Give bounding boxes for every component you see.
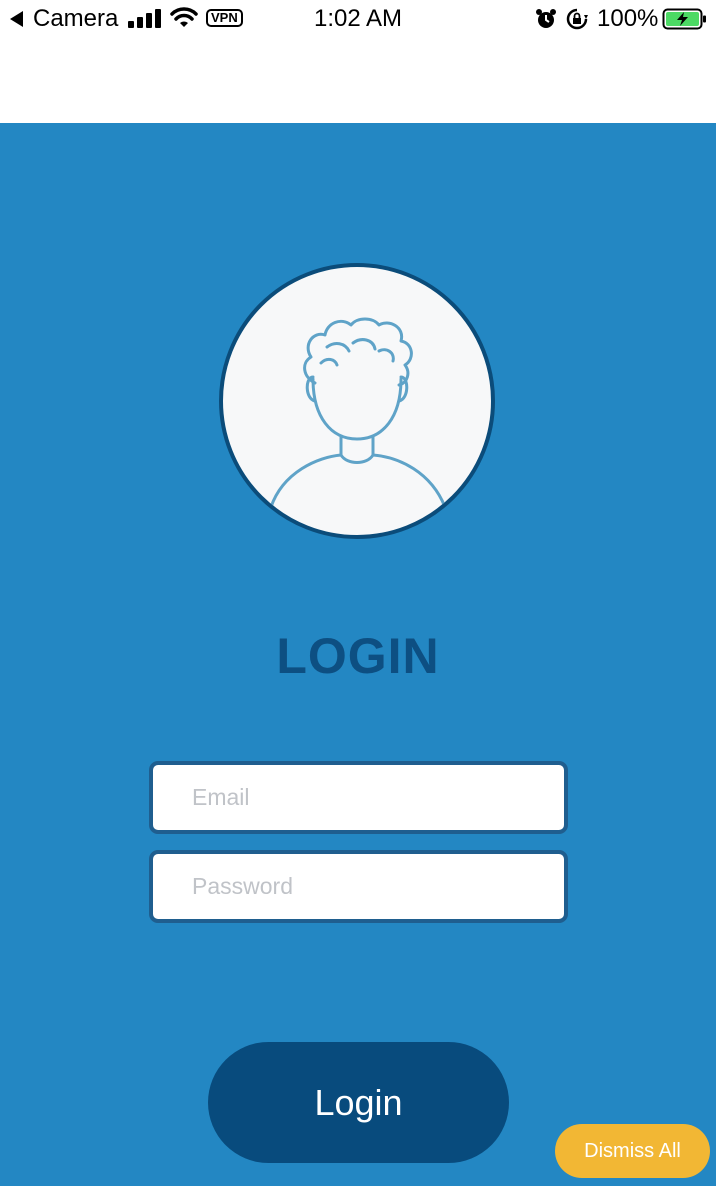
battery-percentage: 100% <box>597 5 659 32</box>
battery-charging-icon <box>662 8 706 30</box>
password-input[interactable] <box>153 854 564 919</box>
login-title: LOGIN <box>276 628 440 684</box>
status-bar: Camera VPN 1:02 AM 100% <box>0 0 716 40</box>
rotation-lock-icon <box>566 8 588 30</box>
alarm-icon <box>536 9 556 28</box>
app-header <box>0 40 716 123</box>
email-input[interactable] <box>153 765 564 830</box>
user-avatar-icon <box>219 263 495 539</box>
email-field[interactable] <box>149 761 568 834</box>
login-screen: Camera VPN 1:02 AM 100% LOGIN Email Logi… <box>0 0 716 1186</box>
login-button[interactable]: Login <box>208 1042 509 1163</box>
password-field[interactable] <box>149 850 568 923</box>
login-panel: LOGIN Login Dismiss All <box>0 123 716 1186</box>
dismiss-all-button[interactable]: Dismiss All <box>555 1124 710 1178</box>
